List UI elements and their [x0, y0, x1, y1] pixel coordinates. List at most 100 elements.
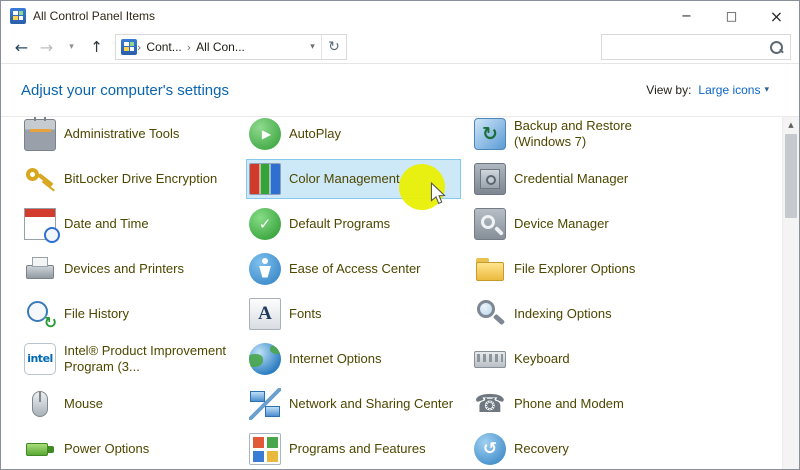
control-panel-item[interactable]: Administrative Tools — [21, 116, 236, 154]
ease-of-access-icon — [249, 253, 281, 285]
control-panel-item[interactable]: Phone and Modem — [471, 384, 686, 424]
phone-modem-icon — [474, 388, 506, 420]
navigation-toolbar: Cont... All Con... — [1, 31, 799, 64]
control-panel-item-label: Devices and Printers — [64, 261, 184, 277]
credential-manager-icon — [474, 163, 506, 195]
back-button[interactable] — [9, 35, 34, 60]
date-time-icon — [24, 208, 56, 240]
control-panel-item-label: BitLocker Drive Encryption — [64, 171, 217, 187]
control-panel-breadcrumb-icon — [121, 39, 137, 55]
search-input[interactable] — [608, 40, 769, 54]
file-explorer-options-icon — [474, 253, 506, 285]
control-panel-item-label: Mouse — [64, 396, 103, 412]
control-panel-item[interactable]: BitLocker Drive Encryption — [21, 159, 236, 199]
search-box[interactable] — [601, 34, 791, 60]
control-panel-item-label: Date and Time — [64, 216, 149, 232]
control-panel-item-label: Internet Options — [289, 351, 382, 367]
administrative-tools-icon — [24, 119, 56, 151]
control-panel-item-label: Intel® Product Improvement Program (3... — [64, 343, 233, 375]
control-panel-item-label: Ease of Access Center — [289, 261, 421, 277]
autoplay-icon — [249, 118, 281, 150]
items-pane: Administrative Tools AutoPlay Backup and… — [1, 116, 799, 469]
control-panel-item[interactable]: Default Programs — [246, 204, 461, 244]
control-panel-item[interactable]: Fonts — [246, 294, 461, 334]
address-bar[interactable]: Cont... All Con... — [115, 34, 347, 60]
control-panel-item-label: Backup and Restore (Windows 7) — [514, 118, 683, 150]
control-panel-item-label: Network and Sharing Center — [289, 396, 453, 412]
window-controls — [664, 1, 799, 31]
power-options-icon — [24, 433, 56, 465]
keyboard-icon — [474, 343, 506, 375]
control-panel-item[interactable]: Color Management — [246, 159, 461, 199]
control-panel-item[interactable]: Recovery — [471, 429, 686, 469]
control-panel-item[interactable]: Power Options — [21, 429, 236, 469]
scroll-up-arrow[interactable] — [783, 117, 799, 133]
control-panel-item[interactable]: Device Manager — [471, 204, 686, 244]
breadcrumb-segment-control-panel[interactable]: Cont... — [141, 40, 186, 54]
control-panel-items-grid: Administrative Tools AutoPlay Backup and… — [1, 116, 799, 469]
up-button[interactable] — [84, 35, 109, 60]
page-header: Adjust your computer's settings View by:… — [1, 64, 799, 116]
control-panel-item-label: Indexing Options — [514, 306, 612, 322]
control-panel-item[interactable]: File History — [21, 294, 236, 334]
default-programs-icon — [249, 208, 281, 240]
minimize-button[interactable] — [664, 1, 709, 31]
scrollbar[interactable] — [782, 117, 799, 469]
programs-features-icon — [249, 433, 281, 465]
control-panel-item-label: File Explorer Options — [514, 261, 635, 277]
maximize-button[interactable] — [709, 1, 754, 31]
refresh-button[interactable] — [321, 35, 346, 59]
control-panel-item[interactable]: Mouse — [21, 384, 236, 424]
view-by-dropdown[interactable]: Large icons — [698, 83, 769, 97]
recent-pages-dropdown[interactable] — [59, 35, 84, 60]
control-panel-item-label: AutoPlay — [289, 126, 341, 142]
control-panel-item-label: Default Programs — [289, 216, 390, 232]
file-history-icon — [24, 298, 56, 330]
control-panel-item[interactable]: Programs and Features — [246, 429, 461, 469]
control-panel-item[interactable]: File Explorer Options — [471, 249, 686, 289]
internet-options-icon — [249, 343, 281, 375]
network-sharing-icon — [249, 388, 281, 420]
control-panel-item-label: Keyboard — [514, 351, 570, 367]
recovery-icon — [474, 433, 506, 465]
forward-button[interactable] — [34, 35, 59, 60]
control-panel-item[interactable]: Network and Sharing Center — [246, 384, 461, 424]
intel-icon — [24, 343, 56, 375]
control-panel-item[interactable]: Intel® Product Improvement Program (3... — [21, 339, 236, 379]
devices-printers-icon — [24, 253, 56, 285]
fonts-icon — [249, 298, 281, 330]
mouse-icon — [24, 388, 56, 420]
control-panel-item[interactable]: Credential Manager — [471, 159, 686, 199]
indexing-options-icon — [474, 298, 506, 330]
titlebar: All Control Panel Items — [1, 1, 799, 31]
control-panel-item[interactable]: Internet Options — [246, 339, 461, 379]
backup-restore-icon — [474, 118, 506, 150]
control-panel-item[interactable]: Keyboard — [471, 339, 686, 379]
address-history-dropdown[interactable] — [304, 35, 321, 59]
control-panel-item-label: Recovery — [514, 441, 569, 457]
control-panel-item-label: Credential Manager — [514, 171, 628, 187]
view-by-control: View by: Large icons — [646, 83, 769, 97]
control-panel-item-label: Fonts — [289, 306, 322, 322]
control-panel-item-label: Administrative Tools — [64, 126, 179, 142]
window-title: All Control Panel Items — [33, 9, 664, 23]
control-panel-item[interactable]: AutoPlay — [246, 116, 461, 154]
control-panel-item-label: Color Management — [289, 171, 400, 187]
control-panel-window: All Control Panel Items Cont... All Con.… — [0, 0, 800, 470]
control-panel-item[interactable]: Date and Time — [21, 204, 236, 244]
control-panel-item-label: Programs and Features — [289, 441, 426, 457]
control-panel-item[interactable]: Ease of Access Center — [246, 249, 461, 289]
color-management-icon — [249, 163, 281, 195]
control-panel-item[interactable]: Devices and Printers — [21, 249, 236, 289]
device-manager-icon — [474, 208, 506, 240]
control-panel-item[interactable]: Backup and Restore (Windows 7) — [471, 116, 686, 154]
scrollbar-thumb[interactable] — [785, 134, 797, 218]
control-panel-item[interactable]: Indexing Options — [471, 294, 686, 334]
control-panel-item-label: Phone and Modem — [514, 396, 624, 412]
close-button[interactable] — [754, 1, 799, 31]
bitlocker-icon — [24, 163, 56, 195]
search-icon — [769, 40, 784, 55]
control-panel-item-label: Power Options — [64, 441, 149, 457]
breadcrumb-segment-all-items[interactable]: All Con... — [191, 40, 250, 54]
control-panel-item-label: Device Manager — [514, 216, 609, 232]
